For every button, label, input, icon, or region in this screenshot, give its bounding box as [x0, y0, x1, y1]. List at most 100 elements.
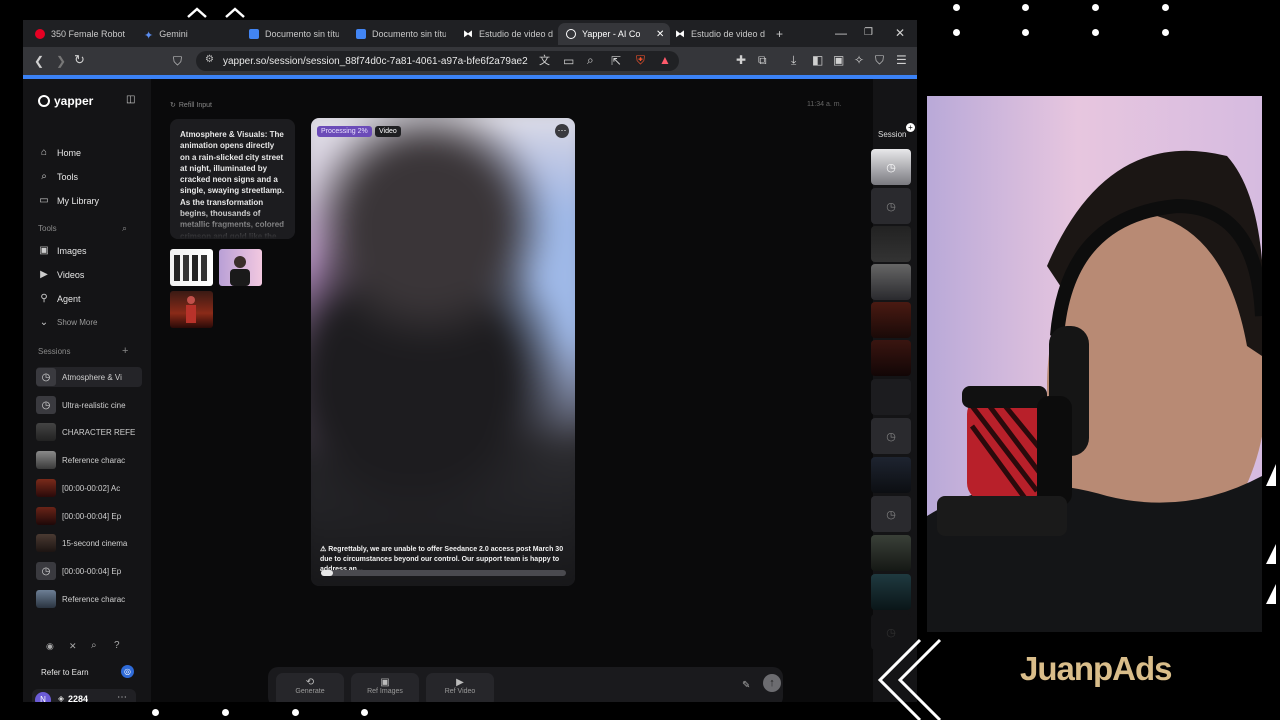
- session-item[interactable]: ◷ Ultra-realistic cine: [36, 395, 142, 415]
- tab-2[interactable]: ✦ Gemini: [140, 23, 242, 45]
- session-thumb[interactable]: [871, 535, 911, 571]
- session-thumb[interactable]: ◷: [871, 418, 911, 454]
- url-text: yapper.so/session/session_88f74d0c-7a81-…: [223, 55, 528, 67]
- video-icon: ▶: [456, 677, 464, 688]
- forward-icon[interactable]: ❯: [56, 54, 66, 68]
- refill-input-button[interactable]: ↻ Refill Input: [170, 101, 212, 110]
- extensions-icon[interactable]: ✚: [736, 53, 746, 67]
- reload-icon[interactable]: ↻: [74, 53, 85, 67]
- collapse-sidebar-icon[interactable]: ◫: [126, 94, 135, 105]
- session-thumb[interactable]: [871, 226, 911, 262]
- session-thumb[interactable]: [871, 340, 911, 376]
- brand-name: yapper: [54, 94, 94, 108]
- video-generation-card[interactable]: Processing 2% Video ⋯ ⚠ Regrettably, we …: [311, 118, 575, 586]
- tab-title: Documento sin título: [265, 29, 339, 39]
- nav-agent[interactable]: ⚲ Agent: [39, 293, 80, 304]
- tab-4[interactable]: Documento sin título: [352, 23, 446, 45]
- vpn-icon[interactable]: ⛉: [875, 53, 884, 67]
- minimize-icon[interactable]: —: [835, 26, 847, 40]
- session-item[interactable]: [00:00-00:04] Ep: [36, 506, 142, 526]
- session-thumb[interactable]: [871, 264, 911, 300]
- nav-tools[interactable]: ⌕ Tools: [39, 171, 78, 182]
- credits-count: 2284: [68, 694, 89, 702]
- tab-yapper[interactable]: Yapper - AI Co ✕: [558, 23, 670, 45]
- session-item[interactable]: ◷ [00:00-00:04] Ep: [36, 561, 142, 581]
- nav-show-more[interactable]: ⌄ Show More: [39, 317, 98, 328]
- nav-label: Images: [57, 245, 87, 256]
- home-icon: ⌂: [40, 147, 48, 158]
- session-item[interactable]: 15-second cinema: [36, 533, 142, 553]
- session-item[interactable]: ◷ Atmosphere & Vi: [36, 367, 142, 387]
- screenshot-icon[interactable]: ⧉: [758, 53, 767, 67]
- discord-icon[interactable]: ◉: [46, 641, 54, 652]
- error-text: Regrettably, we are unable to offer Seed…: [320, 546, 564, 573]
- decor-chevrons: [187, 7, 245, 18]
- nav-home[interactable]: ⌂ Home: [39, 147, 81, 158]
- refer-to-earn-button[interactable]: Refer to Earn ◎: [32, 662, 136, 682]
- reference-image[interactable]: [170, 291, 213, 328]
- refresh-icon: ↻: [170, 102, 176, 109]
- tab-1[interactable]: 350 Female Robot: [31, 23, 133, 45]
- search-icon[interactable]: ⌕: [91, 640, 97, 651]
- back-icon[interactable]: ❮: [34, 54, 44, 68]
- download-icon[interactable]: ⤓: [791, 53, 796, 67]
- url-field[interactable]: ⚙ yapper.so/session/session_88f74d0c-7a8…: [196, 51, 679, 71]
- x-icon[interactable]: ✕: [69, 641, 77, 652]
- generate-button[interactable]: ⟲ Generate: [276, 673, 344, 702]
- ref-video-button[interactable]: ▶ Ref Video: [426, 673, 494, 702]
- reference-image-person: [230, 256, 250, 286]
- zoom-icon[interactable]: ⌕: [587, 53, 594, 67]
- brand-logo[interactable]: yapper: [38, 94, 93, 108]
- session-item[interactable]: CHARACTER REFE: [36, 422, 142, 442]
- session-thumb[interactable]: ◷: [871, 496, 911, 532]
- streamer-video: [927, 150, 1262, 632]
- prompt-bubble: Atmosphere & Visuals: The animation open…: [170, 119, 295, 239]
- ref-images-button[interactable]: ▣ Ref Images: [351, 673, 419, 702]
- edit-icon[interactable]: ✎: [742, 680, 750, 691]
- translate-icon[interactable]: 文: [539, 54, 550, 68]
- share-icon[interactable]: ⇱: [611, 54, 621, 68]
- menu-icon[interactable]: ☰: [896, 53, 907, 67]
- new-session-icon[interactable]: +: [122, 345, 128, 357]
- close-tab-icon[interactable]: ✕: [656, 29, 664, 40]
- credits-icon: ◈: [58, 694, 65, 702]
- cast-icon[interactable]: ▭: [563, 54, 574, 68]
- more-icon[interactable]: ⋯: [117, 692, 127, 702]
- session-item[interactable]: [00:00-00:02] Ac: [36, 478, 142, 498]
- app-sidebar: yapper ◫ ⌂ Home ⌕ Tools ▭ My Library Tools …: [23, 79, 151, 702]
- leo-ai-icon[interactable]: ✧: [854, 53, 864, 67]
- tab-5[interactable]: ⧓ Estudio de video de: [459, 23, 553, 45]
- site-info-icon[interactable]: ⚙: [205, 54, 214, 65]
- session-item[interactable]: Reference charac: [36, 589, 142, 609]
- brave-shield-icon[interactable]: ⛨: [636, 53, 645, 67]
- session-thumb[interactable]: [871, 574, 911, 610]
- user-account-button[interactable]: N ◈ 2284 ⋯: [32, 689, 136, 702]
- close-window-icon[interactable]: ✕: [895, 26, 905, 40]
- wallet-icon[interactable]: ▣: [833, 53, 844, 67]
- session-thumb[interactable]: [871, 379, 911, 415]
- card-menu-icon[interactable]: ⋯: [555, 124, 569, 138]
- tab-7[interactable]: ⧓ Estudio de video de: [671, 23, 765, 45]
- reference-image[interactable]: [170, 249, 213, 286]
- nav-my-library[interactable]: ▭ My Library: [39, 195, 99, 206]
- reference-image-figures: [174, 255, 207, 281]
- nav-images[interactable]: ▣ Images: [39, 245, 87, 256]
- session-thumb[interactable]: [871, 457, 911, 493]
- reference-image[interactable]: [219, 249, 262, 286]
- session-thumb[interactable]: ◷: [871, 188, 911, 224]
- sidebar-toggle-icon[interactable]: ◧: [812, 53, 823, 67]
- send-button[interactable]: ↑: [763, 674, 781, 692]
- nav-videos[interactable]: ▶ Videos: [39, 269, 84, 280]
- add-session-icon[interactable]: +: [906, 123, 915, 132]
- session-item[interactable]: Reference charac: [36, 450, 142, 470]
- session-thumb[interactable]: ◷: [871, 149, 911, 185]
- session-thumb[interactable]: [871, 302, 911, 338]
- decor-dot: [1162, 29, 1169, 36]
- tab-3[interactable]: Documento sin título: [245, 23, 339, 45]
- bookmark-icon[interactable]: ⛉: [173, 54, 182, 68]
- brave-rewards-icon[interactable]: ▲: [659, 53, 671, 67]
- restore-icon[interactable]: ❐: [864, 26, 873, 40]
- help-icon[interactable]: ?: [114, 640, 120, 651]
- new-tab-button[interactable]: +: [776, 23, 790, 45]
- search-tools-icon[interactable]: ⌕: [122, 223, 127, 234]
